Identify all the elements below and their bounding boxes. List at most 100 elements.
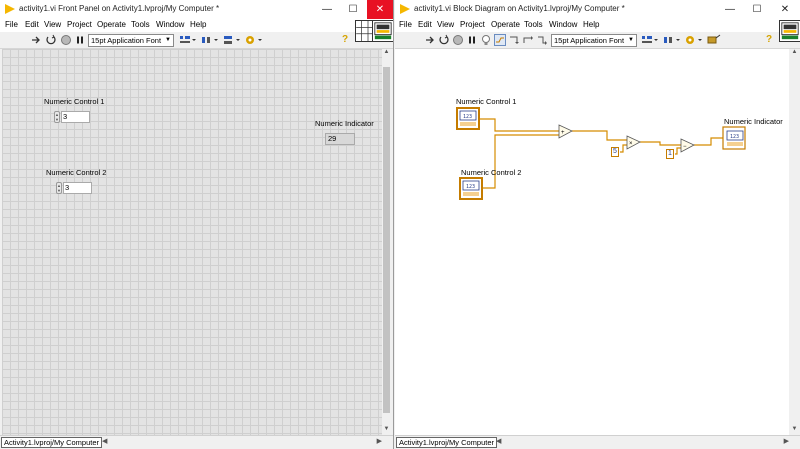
constant-1[interactable]: 1	[666, 149, 674, 159]
maximize-icon[interactable]: ☐	[340, 0, 366, 19]
menu-view[interactable]: View	[44, 20, 61, 29]
close-icon[interactable]: ✕	[772, 0, 798, 19]
wire-multiply-to-subtract[interactable]	[640, 141, 681, 146]
wires[interactable]	[479, 118, 723, 189]
menu-tools[interactable]: Tools	[131, 20, 150, 29]
reorder-icon[interactable]	[245, 34, 263, 46]
scroll-thumb[interactable]	[383, 67, 390, 413]
distribute-objects-icon[interactable]	[201, 34, 219, 46]
block-diagram-canvas[interactable]: 123 Numeric Control 1 123 Numeric Contro…	[395, 49, 789, 435]
numeric-control-2[interactable]: ▲ ▼ 3	[56, 182, 93, 194]
wire-subtract-to-indicator[interactable]	[694, 137, 723, 146]
step-out-icon[interactable]	[536, 34, 548, 46]
font-selector[interactable]: 15pt Application Font ▼	[88, 34, 174, 47]
clean-up-diagram-icon[interactable]	[707, 34, 721, 46]
wire-nc1-to-add[interactable]	[479, 118, 559, 132]
front-panel-canvas[interactable]: Numeric Control 1 ▲ ▼ 3 Numeric Control 2…	[2, 49, 383, 435]
numeric-control-1-terminal-label: Numeric Control 1	[456, 97, 516, 106]
vi-icon[interactable]	[372, 20, 394, 42]
maximize-icon[interactable]: ☐	[744, 0, 770, 19]
menu-edit[interactable]: Edit	[418, 20, 432, 29]
status-bar: Activity1.lvproj/My Computer ◀ ▶	[0, 435, 393, 449]
window-title: activity1.vi Block Diagram on Activity1.…	[414, 4, 625, 13]
horizontal-scrollbar[interactable]: ◀ ▶	[494, 437, 789, 448]
scroll-right-icon[interactable]: ▶	[377, 437, 382, 445]
front-panel-window: activity1.vi Front Panel on Activity1.lv…	[0, 0, 394, 449]
scroll-left-icon[interactable]: ◀	[496, 437, 501, 445]
menu-window[interactable]: Window	[156, 20, 184, 29]
menu-operate[interactable]: Operate	[97, 20, 126, 29]
menu-help[interactable]: Help	[190, 20, 206, 29]
labview-app-icon	[400, 4, 410, 14]
run-continuously-icon[interactable]	[424, 34, 436, 46]
retain-wire-values-icon[interactable]	[494, 34, 506, 46]
font-selector-label: 15pt Application Font	[554, 36, 625, 45]
add-function-icon[interactable]: +	[558, 124, 573, 139]
highlight-execution-icon[interactable]	[480, 34, 492, 46]
scroll-down-icon[interactable]: ▼	[790, 426, 799, 435]
subtract-function-icon[interactable]: −	[680, 138, 695, 153]
menu-view[interactable]: View	[437, 20, 454, 29]
menu-tools[interactable]: Tools	[524, 20, 543, 29]
vertical-scrollbar[interactable]: ▲ ▼	[382, 49, 391, 435]
wiring-diagram: 123 Numeric Control 1 123 Numeric Contro…	[456, 97, 783, 200]
wire-add-to-multiply[interactable]	[572, 130, 627, 141]
title-bar[interactable]: activity1.vi Block Diagram on Activity1.…	[395, 0, 800, 19]
scroll-down-icon[interactable]: ▼	[382, 426, 391, 435]
title-bar[interactable]: activity1.vi Front Panel on Activity1.lv…	[0, 0, 393, 19]
run-cycle-icon[interactable]	[45, 34, 57, 46]
context-help-icon[interactable]: ?	[766, 34, 772, 45]
vertical-scrollbar[interactable]: ▲ ▼	[790, 49, 799, 435]
menu-file[interactable]: File	[5, 20, 18, 29]
resize-objects-icon[interactable]	[223, 34, 241, 46]
spinner-arrows-icon[interactable]: ▲ ▼	[54, 111, 60, 123]
step-over-icon[interactable]	[522, 34, 534, 46]
abort-icon[interactable]	[452, 34, 464, 46]
menu-file[interactable]: File	[399, 20, 412, 29]
menu-project[interactable]: Project	[460, 20, 485, 29]
numeric-control-1-value[interactable]: 3	[61, 111, 90, 123]
numeric-control-1-terminal[interactable]: 123	[456, 107, 480, 130]
pause-icon[interactable]	[74, 34, 86, 46]
scroll-right-icon[interactable]: ▶	[784, 437, 789, 445]
distribute-objects-icon[interactable]	[663, 34, 681, 46]
minimize-icon[interactable]: —	[314, 0, 340, 19]
multiply-function-icon[interactable]: ×	[626, 135, 641, 150]
minimize-icon[interactable]: —	[717, 0, 743, 19]
menu-edit[interactable]: Edit	[25, 20, 39, 29]
numeric-control-2-value[interactable]: 3	[63, 182, 92, 194]
numeric-control-2-terminal[interactable]: 123	[459, 177, 483, 200]
scroll-left-icon[interactable]: ◀	[102, 437, 107, 445]
font-selector[interactable]: 15pt Application Font ▼	[551, 34, 637, 47]
constant-5[interactable]: 5	[611, 147, 619, 157]
menu-operate[interactable]: Operate	[491, 20, 520, 29]
menu-help[interactable]: Help	[583, 20, 599, 29]
wire-const1-to-subtract[interactable]	[675, 147, 681, 155]
close-icon[interactable]: ✕	[367, 0, 393, 19]
align-objects-icon[interactable]	[179, 34, 197, 46]
spinner-arrows-icon[interactable]: ▲ ▼	[56, 182, 62, 194]
project-context[interactable]: Activity1.lvproj/My Computer	[396, 437, 498, 448]
reorder-icon[interactable]	[685, 34, 703, 46]
project-context[interactable]: Activity1.lvproj/My Computer	[1, 437, 103, 448]
menu-bar: File Edit View Project Operate Tools Win…	[0, 19, 393, 32]
wire-nc2-to-add[interactable]	[482, 134, 559, 189]
numeric-control-1[interactable]: ▲ ▼ 3	[54, 111, 91, 123]
horizontal-scrollbar[interactable]: ◀ ▶	[100, 437, 382, 448]
numeric-indicator-terminal[interactable]: 123	[722, 126, 746, 150]
vi-icon[interactable]	[779, 20, 800, 42]
menu-project[interactable]: Project	[67, 20, 92, 29]
run-cycle-icon[interactable]	[438, 34, 450, 46]
pause-icon[interactable]	[466, 34, 478, 46]
scroll-up-icon[interactable]: ▲	[382, 49, 391, 58]
numeric-control-2-label: Numeric Control 2	[46, 168, 107, 177]
run-continuously-icon[interactable]	[30, 34, 42, 46]
scroll-up-icon[interactable]: ▲	[790, 49, 799, 58]
abort-icon[interactable]	[60, 34, 72, 46]
numeric-indicator-value: 29	[325, 133, 355, 145]
context-help-icon[interactable]: ?	[342, 34, 348, 45]
menu-window[interactable]: Window	[549, 20, 577, 29]
align-objects-icon[interactable]	[641, 34, 659, 46]
wire-const5-to-multiply[interactable]	[620, 144, 627, 153]
step-into-icon[interactable]	[508, 34, 520, 46]
